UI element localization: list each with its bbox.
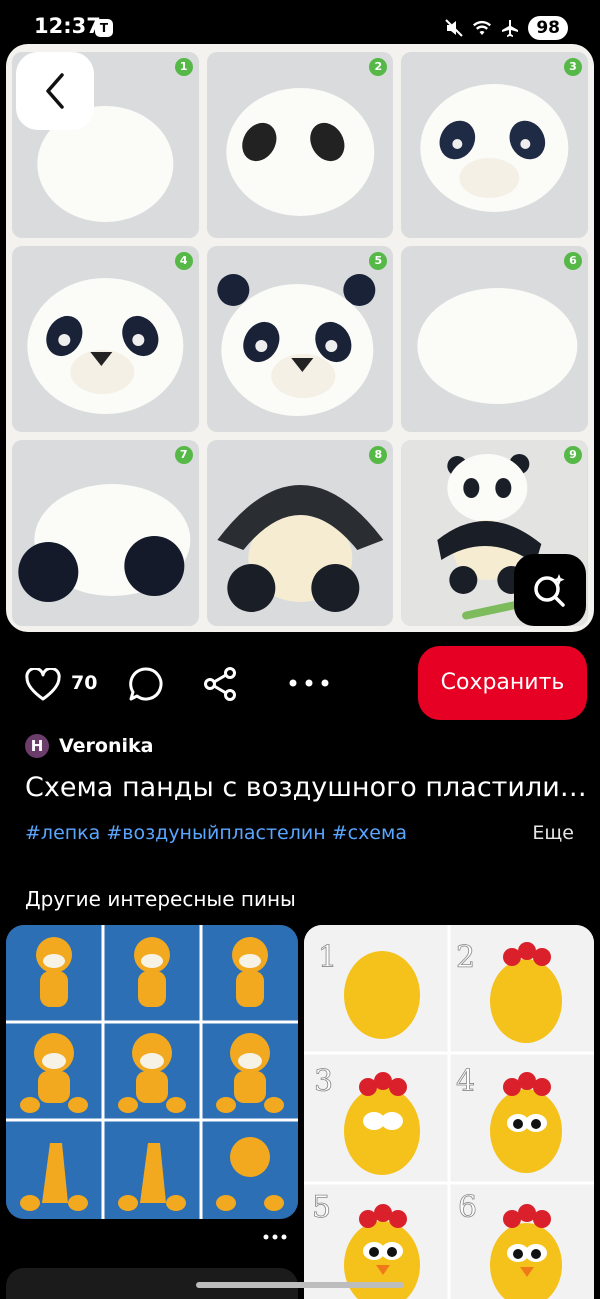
battery-charging-icon: 98 [528,16,568,40]
step-number-badge: 7 [174,446,193,464]
status-time: 12:37 [34,14,101,38]
visual-search-icon [534,574,565,607]
step-8-image: 8 [206,440,394,626]
more-options-icon[interactable] [287,678,331,688]
step-3-image: 3 [401,52,588,238]
step-7-image: 7 [12,440,199,626]
wifi-icon [473,20,492,35]
step-number-badge: 4 [174,252,193,270]
author[interactable]: H Veronika [25,733,153,759]
step-number-label: 5 [312,1190,331,1225]
visual-search-button[interactable] [514,554,586,626]
step-5-image: 5 [206,246,394,432]
avatar[interactable]: H [25,734,49,758]
pin-image[interactable]: 1 2 3 4 5 6 7 8 9 [6,44,594,632]
pin-tags[interactable]: #лепка #воздуныйпластелин #схема [25,822,407,844]
more-description-button[interactable]: Еще [532,822,574,844]
carrier-badge-icon: T [95,19,113,37]
step-number-label: 6 [458,1190,477,1225]
step-number-label: 4 [456,1064,475,1099]
back-button[interactable] [16,52,94,130]
step-4-image: 4 [12,246,199,432]
save-button[interactable]: Сохранить [418,646,587,720]
pin-actions: 70 Сохранить [0,640,600,724]
related-pin-giraffe[interactable] [6,925,298,1219]
like-count: 70 [71,672,98,694]
airplane-icon [502,20,519,37]
home-indicator[interactable] [196,1282,404,1288]
step-number-label: 1 [318,940,337,975]
author-name[interactable]: Veronika [59,735,153,757]
mute-icon [445,19,464,37]
panda-steps-grid: 1 2 3 4 5 6 7 8 9 [12,52,588,626]
chevron-left-icon [46,73,64,109]
step-number-label: 2 [456,940,475,975]
heart-icon[interactable] [25,668,61,702]
comment-icon[interactable] [128,666,164,702]
step-2-image: 2 [206,52,394,238]
step-number-badge: 3 [564,58,582,76]
step-number-label: 3 [314,1064,333,1099]
step-6-image: 6 [401,246,588,432]
step-number-badge: 6 [564,252,582,270]
share-icon[interactable] [202,666,238,702]
related-pin-more-icon[interactable] [262,1232,288,1242]
related-pins-heading: Другие интересные пины [25,887,296,911]
step-number-badge: 1 [174,58,193,76]
status-icons: 98 [444,16,568,40]
related-pin-chick[interactable]: 1 2 3 4 5 6 [304,925,594,1299]
step-number-badge: 9 [564,446,582,464]
pin-title: Схема панды с воздушного пластили… [25,772,585,803]
